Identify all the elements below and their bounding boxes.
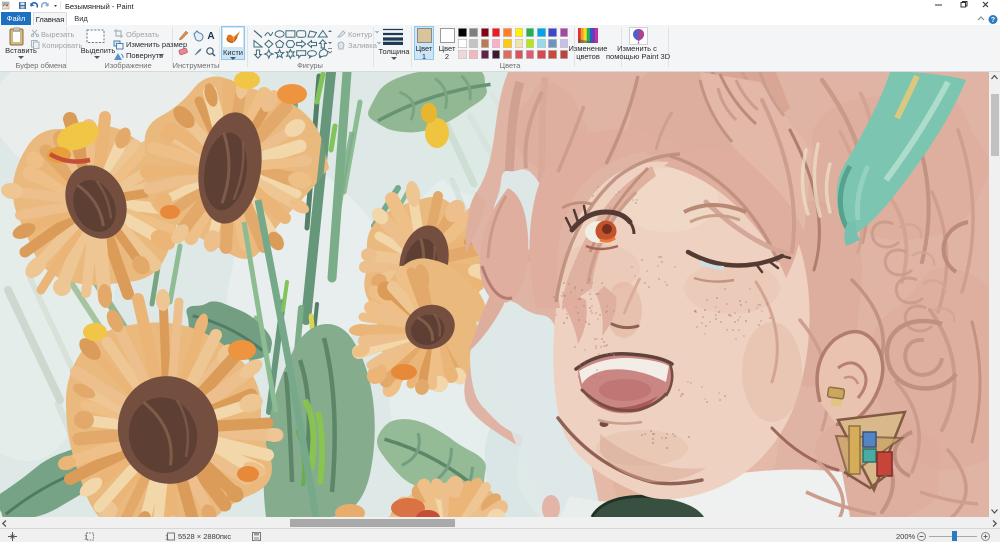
- svg-text:A: A: [207, 31, 214, 42]
- svg-text:1: 1: [84, 535, 88, 542]
- svg-text:?: ?: [991, 17, 995, 24]
- svg-text:1: 1: [165, 535, 169, 542]
